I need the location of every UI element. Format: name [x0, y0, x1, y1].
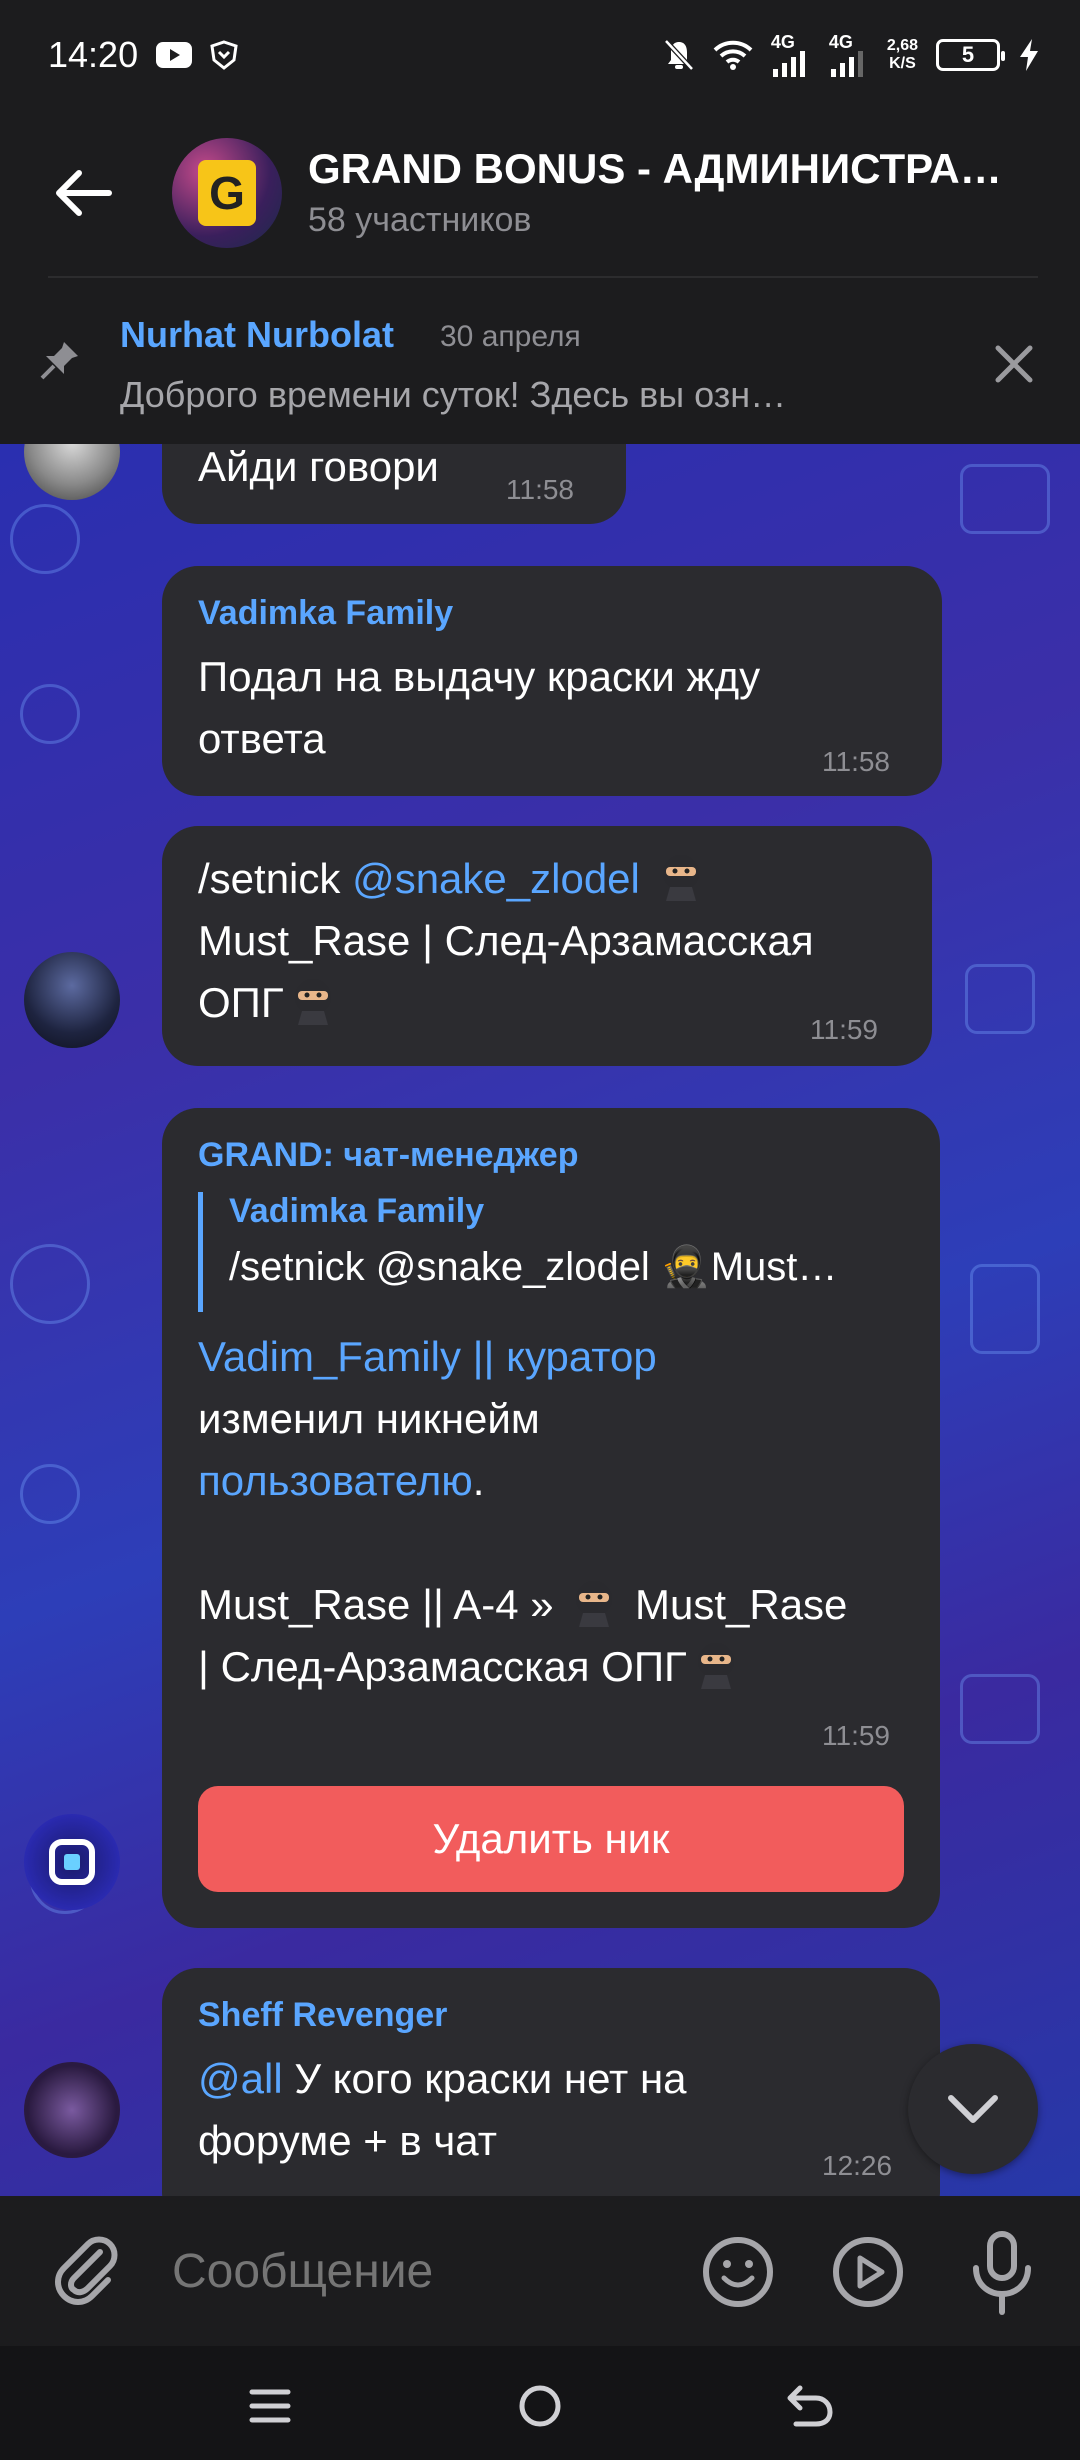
message-time: 12:26	[822, 2150, 893, 2181]
signal-icon-1: 4G	[771, 33, 811, 77]
emoji-icon[interactable]	[700, 2234, 776, 2310]
message-author: GRAND: чат-менеджер	[198, 1136, 579, 1174]
wallpaper-doodle	[970, 1264, 1040, 1354]
youtube-icon	[156, 42, 193, 68]
mention-link[interactable]: @all	[198, 2055, 283, 2102]
status-time: 14:20	[48, 34, 139, 75]
shield-app-icon	[210, 40, 238, 70]
video-message-icon[interactable]	[830, 2234, 906, 2310]
message-author: Vadimka Family	[198, 594, 454, 632]
message-time: 11:59	[810, 1014, 878, 1045]
avatar[interactable]	[24, 952, 120, 1048]
message-bubble[interactable]: GRAND: чат-менеджер Vadimka Family /setn…	[162, 1108, 940, 1928]
mention-link[interactable]: @snake_zlodel	[352, 855, 640, 902]
back-button[interactable]	[38, 148, 128, 238]
wallpaper-doodle	[20, 1464, 80, 1524]
ninja-emoji-icon	[288, 975, 338, 1027]
close-icon	[995, 345, 1033, 383]
reply-author: Vadimka Family	[229, 1192, 485, 1230]
message-time: 11:59	[822, 1720, 890, 1751]
message-text: /setnick @snake_zlodel Must_Rase | След-…	[198, 848, 918, 1034]
member-count: 58 участников	[308, 201, 532, 239]
group-avatar[interactable]: G	[172, 137, 282, 248]
chat-title: GRAND BONUS - АДМИНИСТРА…	[308, 145, 1002, 192]
signal-icon-2: 4G	[829, 33, 869, 77]
message-text: @all У кого краски нет на форуме + в чат	[198, 2055, 687, 2164]
group-logo: G	[198, 159, 256, 226]
home-circle-icon	[519, 2385, 561, 2427]
message-bubble[interactable]: Sheff Revenger @all У кого краски нет на…	[162, 1968, 940, 2196]
paperclip-icon[interactable]	[48, 2232, 124, 2308]
pinned-text: Доброго времени суток! Здесь вы озн…	[120, 374, 787, 415]
avatar[interactable]	[24, 444, 120, 500]
recent-apps-button[interactable]	[240, 2376, 300, 2436]
arrow-left-icon	[56, 169, 112, 216]
network-speed: 2,68 K/S	[886, 37, 918, 72]
user-link[interactable]: Vadim_Family || куратор	[198, 1333, 657, 1380]
pinned-author: Nurhat Nurbolat	[120, 314, 394, 355]
wallpaper-doodle	[965, 964, 1035, 1034]
message-bubble[interactable]: Vadimka Family Подал на выдачу краски жд…	[162, 566, 942, 796]
system-navigation-bar	[0, 2346, 1080, 2460]
ninja-emoji-icon	[656, 851, 706, 903]
message-text: Vadim_Family || куратор изменил никнейм …	[198, 1333, 848, 1691]
message-text: Айди говори	[198, 444, 439, 490]
wallpaper-doodle	[10, 1244, 90, 1324]
wallpaper-doodle	[960, 1674, 1040, 1744]
pinned-date: 30 апреля	[440, 320, 581, 353]
scroll-down-button[interactable]	[908, 2044, 1038, 2174]
reply-text: /setnick @snake_zlodel 🥷Must…	[229, 1245, 838, 1289]
pin-icon	[40, 342, 78, 380]
pinned-message-bar[interactable]: Nurhat Nurbolat 30 апреля Доброго времен…	[0, 278, 1080, 444]
microphone-icon[interactable]	[964, 2230, 1040, 2316]
message-input[interactable]	[172, 2236, 652, 2306]
close-pinned-button[interactable]	[984, 334, 1044, 394]
home-button[interactable]	[510, 2376, 570, 2436]
bot-logo-icon	[49, 1839, 95, 1885]
mute-bell-icon	[663, 38, 695, 72]
chat-header: G GRAND BONUS - АДМИНИСТРА… 58 участнико…	[0, 110, 1080, 275]
ninja-emoji-icon	[569, 1577, 619, 1629]
status-bar: 14:20 4G 4G 2,68 K/S 5	[0, 0, 1080, 110]
message-bubble[interactable]: /setnick @snake_zlodel Must_Rase | След-…	[162, 826, 932, 1066]
wallpaper-doodle	[10, 504, 80, 574]
chevron-down-icon	[948, 2095, 998, 2123]
reply-quote[interactable]: Vadimka Family /setnick @snake_zlodel 🥷M…	[198, 1192, 918, 1312]
wallpaper-doodle	[960, 464, 1050, 534]
avatar[interactable]	[24, 2062, 120, 2158]
message-composer	[0, 2196, 1080, 2346]
charging-icon	[1018, 39, 1040, 71]
chat-area[interactable]: Айди говори 11:58 Vadimka Family Подал н…	[0, 444, 1080, 2196]
user-link[interactable]: пользователю	[198, 1457, 473, 1504]
back-arrow-icon	[787, 2385, 833, 2427]
message-author: Sheff Revenger	[198, 1996, 448, 2034]
message-bubble[interactable]: Айди говори 11:58	[162, 444, 626, 524]
ninja-emoji-icon	[691, 1639, 741, 1691]
back-nav-button[interactable]	[780, 2376, 840, 2436]
delete-nick-button[interactable]: Удалить ник	[198, 1786, 904, 1892]
wallpaper-doodle	[20, 684, 80, 744]
wifi-icon	[713, 39, 753, 71]
battery-indicator: 5	[936, 39, 1005, 71]
menu-icon	[249, 2389, 291, 2423]
avatar[interactable]	[24, 1814, 120, 1910]
header-info[interactable]: GRAND BONUS - АДМИНИСТРА… 58 участников	[308, 145, 1068, 240]
message-text: Подал на выдачу краски жду ответа	[198, 653, 761, 762]
message-time: 11:58	[506, 474, 574, 505]
message-time: 11:58	[822, 746, 890, 777]
